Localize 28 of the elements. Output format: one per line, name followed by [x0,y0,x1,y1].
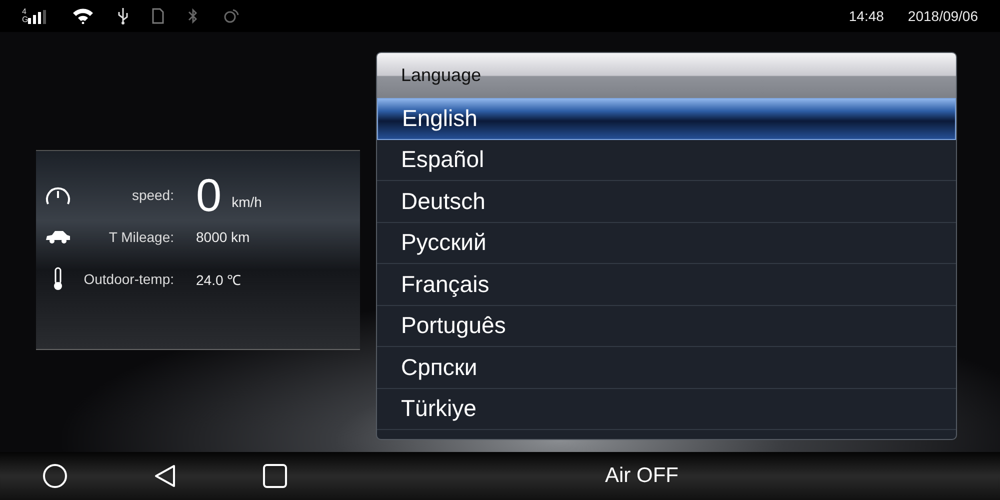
speed-unit: km/h [232,194,262,210]
language-item[interactable]: Português [377,306,956,347]
language-item[interactable]: Русский [377,222,956,264]
info-label: speed: [130,187,174,203]
language-item[interactable]: Español [377,140,956,181]
wifi-icon [72,8,94,24]
info-label: Outdoor-temp: [82,271,174,287]
speed-value: 0 [196,172,222,218]
info-value: 8000 km [196,229,250,245]
car-icon [45,230,71,244]
air-button[interactable]: Air OFF [605,464,678,488]
home-icon[interactable] [42,463,68,489]
info-label: T Mileage: [108,229,174,245]
thermometer-icon [52,267,64,291]
signal-icon [28,10,48,24]
recent-apps-icon[interactable] [262,463,288,489]
back-icon[interactable] [152,463,178,489]
language-item[interactable]: Türkiye [377,388,956,430]
bluetooth-icon [188,8,198,24]
info-value: 24.0 ℃ [196,270,242,288]
dialog-title: Language [377,53,956,98]
sd-card-icon [152,8,164,24]
clock-time: 14:48 [848,8,884,24]
usb-icon [118,7,128,25]
satellite-icon [222,8,240,24]
date-text: 2018/09/06 [908,8,978,24]
language-item[interactable]: English [377,98,956,140]
network-type: 4G [22,8,26,24]
